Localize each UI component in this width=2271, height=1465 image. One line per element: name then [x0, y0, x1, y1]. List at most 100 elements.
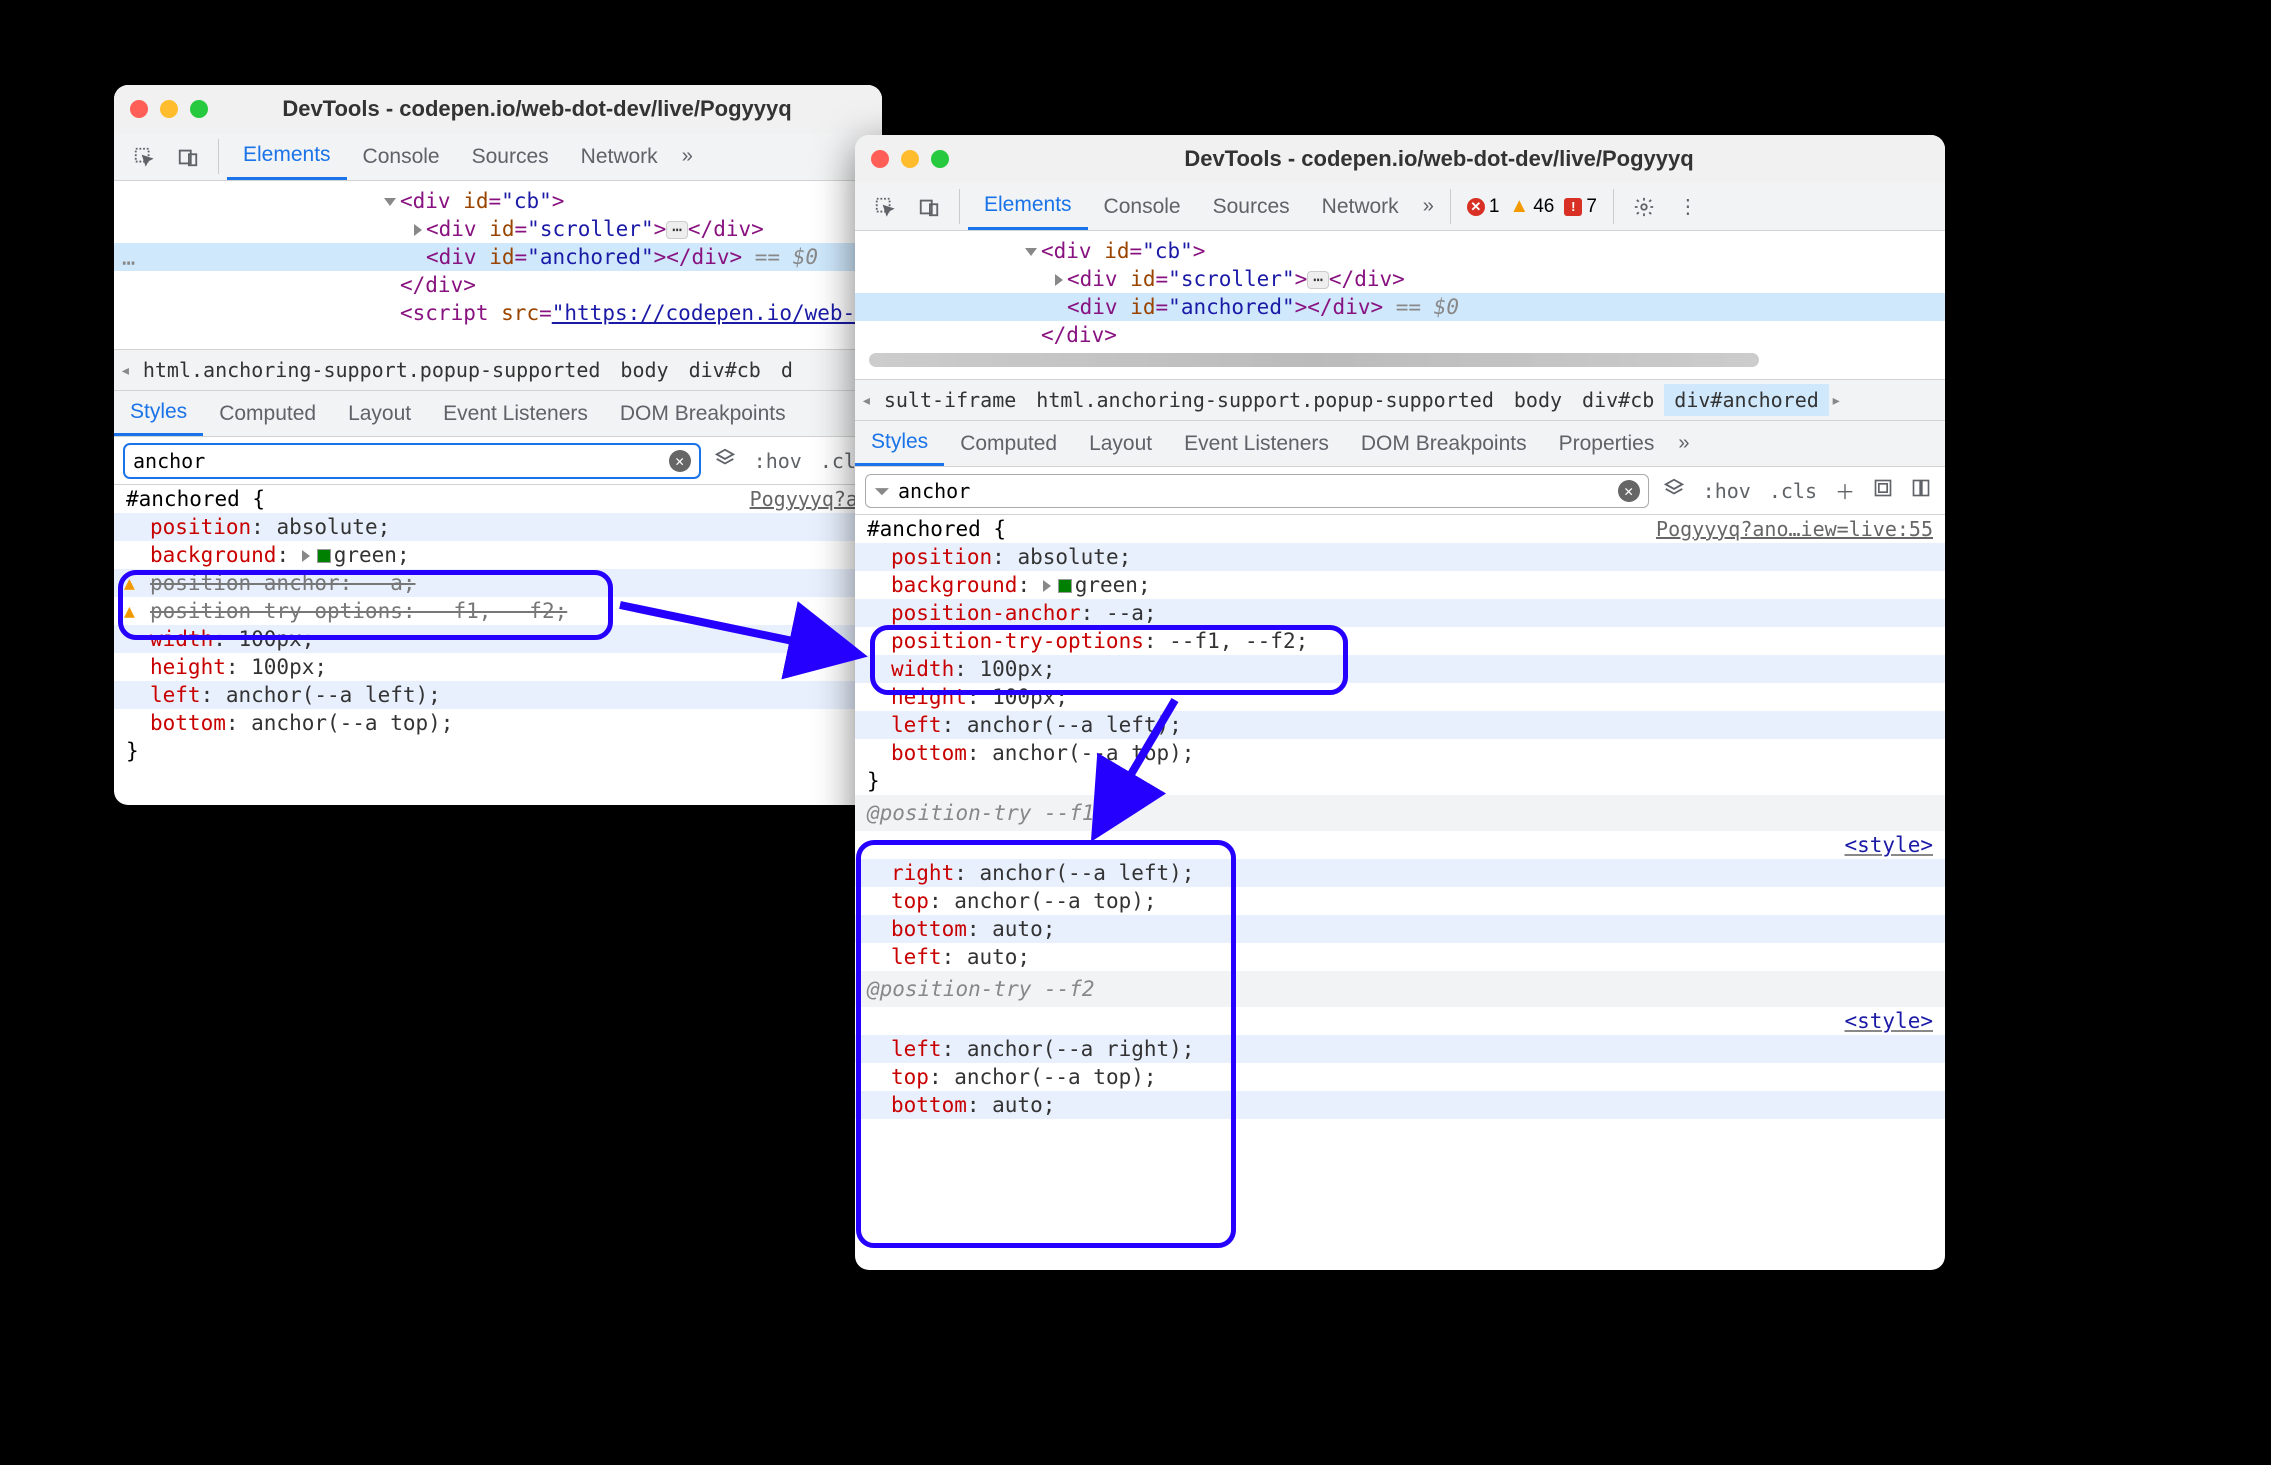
source-link[interactable]: Pogyyyq?an	[750, 487, 870, 511]
tab-event-listeners[interactable]: Event Listeners	[427, 391, 604, 436]
tab-properties[interactable]: Properties	[1543, 421, 1671, 466]
close-icon[interactable]	[871, 150, 889, 168]
bc-html[interactable]: html.anchoring-support.popup-supported	[1026, 384, 1504, 416]
bc-body[interactable]: body	[1504, 384, 1572, 416]
close-icon[interactable]	[130, 100, 148, 118]
clear-icon[interactable]: ✕	[669, 450, 691, 472]
chevron-left-icon[interactable]: ◂	[859, 390, 874, 411]
css-prop[interactable]: position-anchor: --a;	[855, 599, 1945, 627]
css-prop-invalid[interactable]: ▲position-anchor: --a;	[114, 569, 882, 597]
bc-cb[interactable]: div#cb	[1572, 384, 1664, 416]
hov-button[interactable]: :hov	[1699, 479, 1755, 503]
tab-dom-breakpoints[interactable]: DOM Breakpoints	[1345, 421, 1543, 466]
dom-node[interactable]: </div>	[855, 321, 1945, 349]
layers-icon[interactable]	[1659, 477, 1689, 505]
bc-anchored[interactable]: div#anchored	[1664, 384, 1829, 416]
css-prop[interactable]: top: anchor(--a top);	[855, 1063, 1945, 1091]
css-prop[interactable]: top: anchor(--a top);	[855, 887, 1945, 915]
settings-icon[interactable]	[1626, 189, 1662, 225]
rendering-icon[interactable]	[1907, 478, 1935, 504]
css-prop[interactable]: background: green;	[855, 571, 1945, 599]
source-link[interactable]: Pogyyyq?ano…iew=live:55	[1656, 517, 1933, 541]
dom-node-selected[interactable]: <div id="anchored"></div> == $0	[855, 293, 1945, 321]
tab-console[interactable]: Console	[1088, 183, 1197, 230]
minimize-icon[interactable]	[160, 100, 178, 118]
more-tabs-icon[interactable]: »	[1415, 195, 1442, 218]
bc-more[interactable]: d	[771, 354, 803, 386]
error-counts[interactable]: ✕1 ▲46 !7	[1467, 195, 1597, 218]
tab-network[interactable]: Network	[1306, 183, 1415, 230]
dom-tree[interactable]: ⋯ <div id="cb"> <div id="scroller">⋯</di…	[114, 181, 882, 349]
bc-iframe[interactable]: sult-iframe	[874, 384, 1026, 416]
scrollbar[interactable]	[869, 353, 1759, 367]
tab-computed[interactable]: Computed	[944, 421, 1073, 466]
more-tabs-icon[interactable]: »	[674, 145, 701, 168]
computed-toggle-icon[interactable]	[1869, 478, 1897, 504]
css-prop[interactable]: bottom: anchor(--a top);	[114, 709, 882, 737]
dom-node[interactable]: <div id="cb">	[114, 187, 882, 215]
at-rule-header[interactable]: @position-try --f2	[855, 971, 1945, 1007]
css-prop[interactable]: position-try-options: --f1, --f2;	[855, 627, 1945, 655]
tab-computed[interactable]: Computed	[203, 391, 332, 436]
rule-selector[interactable]: #anchored { Pogyyyq?an	[114, 485, 882, 513]
filter-input[interactable]: anchor ✕	[124, 444, 700, 478]
css-prop[interactable]: background: green;	[114, 541, 882, 569]
tab-sources[interactable]: Sources	[1197, 183, 1306, 230]
css-prop[interactable]: bottom: anchor(--a top);	[855, 739, 1945, 767]
css-prop[interactable]: bottom: auto;	[855, 1091, 1945, 1119]
tab-network[interactable]: Network	[565, 133, 674, 180]
tab-console[interactable]: Console	[347, 133, 456, 180]
dom-node-selected[interactable]: <div id="anchored"></div> == $0	[114, 243, 882, 271]
tab-styles[interactable]: Styles	[855, 421, 944, 466]
tab-event-listeners[interactable]: Event Listeners	[1168, 421, 1345, 466]
clear-icon[interactable]: ✕	[1618, 480, 1640, 502]
dom-node[interactable]: <div id="cb">	[855, 237, 1945, 265]
dom-node[interactable]: </div>	[114, 271, 882, 299]
inspect-icon[interactable]	[867, 189, 903, 225]
bc-body[interactable]: body	[610, 354, 678, 386]
css-prop[interactable]: left: anchor(--a right);	[855, 1035, 1945, 1063]
cls-button[interactable]: .cls	[1765, 479, 1821, 503]
chevron-right-icon[interactable]: ▸	[1829, 390, 1844, 411]
maximize-icon[interactable]	[190, 100, 208, 118]
rule-selector[interactable]: #anchored { Pogyyyq?ano…iew=live:55	[855, 515, 1945, 543]
tab-dom-breakpoints[interactable]: DOM Breakpoints	[604, 391, 802, 436]
css-prop[interactable]: height: 100px;	[114, 653, 882, 681]
tab-layout[interactable]: Layout	[332, 391, 427, 436]
source-link[interactable]: <style>	[855, 1007, 1945, 1035]
device-toggle-icon[interactable]	[170, 139, 206, 175]
css-prop[interactable]: position: absolute;	[114, 513, 882, 541]
dom-tree[interactable]: <div id="cb"> <div id="scroller">⋯</div>…	[855, 231, 1945, 379]
device-toggle-icon[interactable]	[911, 189, 947, 225]
source-link[interactable]: <style>	[855, 831, 1945, 859]
dom-node[interactable]: <div id="scroller">⋯</div>	[855, 265, 1945, 293]
hov-button[interactable]: :hov	[750, 449, 806, 473]
minimize-icon[interactable]	[901, 150, 919, 168]
css-prop[interactable]: width: 100px;	[855, 655, 1945, 683]
css-prop[interactable]: right: anchor(--a left);	[855, 859, 1945, 887]
tab-layout[interactable]: Layout	[1073, 421, 1168, 466]
tab-elements[interactable]: Elements	[968, 183, 1088, 230]
maximize-icon[interactable]	[931, 150, 949, 168]
css-prop[interactable]: left: anchor(--a left);	[855, 711, 1945, 739]
tab-elements[interactable]: Elements	[227, 133, 347, 180]
inspect-icon[interactable]	[126, 139, 162, 175]
tab-styles[interactable]: Styles	[114, 391, 203, 436]
dom-node[interactable]: <div id="scroller">⋯</div>	[114, 215, 882, 243]
css-prop-invalid[interactable]: ▲position-try-options: --f1, --f2;	[114, 597, 882, 625]
layers-icon[interactable]	[710, 447, 740, 475]
css-prop[interactable]: bottom: auto;	[855, 915, 1945, 943]
tab-sources[interactable]: Sources	[456, 133, 565, 180]
css-prop[interactable]: position: absolute;	[855, 543, 1945, 571]
kebab-icon[interactable]: ⋮	[1670, 189, 1706, 225]
chevron-left-icon[interactable]: ◂	[118, 360, 133, 381]
more-tabs-icon[interactable]: »	[1670, 432, 1697, 455]
bc-html[interactable]: html.anchoring-support.popup-supported	[133, 354, 611, 386]
new-rule-icon[interactable]: ＋	[1831, 476, 1859, 505]
css-prop[interactable]: height: 100px;	[855, 683, 1945, 711]
bc-cb[interactable]: div#cb	[679, 354, 771, 386]
css-prop[interactable]: left: auto;	[855, 943, 1945, 971]
at-rule-header[interactable]: @position-try --f1	[855, 795, 1945, 831]
filter-input[interactable]: ⏷ anchor ✕	[865, 474, 1649, 508]
css-prop[interactable]: left: anchor(--a left);	[114, 681, 882, 709]
